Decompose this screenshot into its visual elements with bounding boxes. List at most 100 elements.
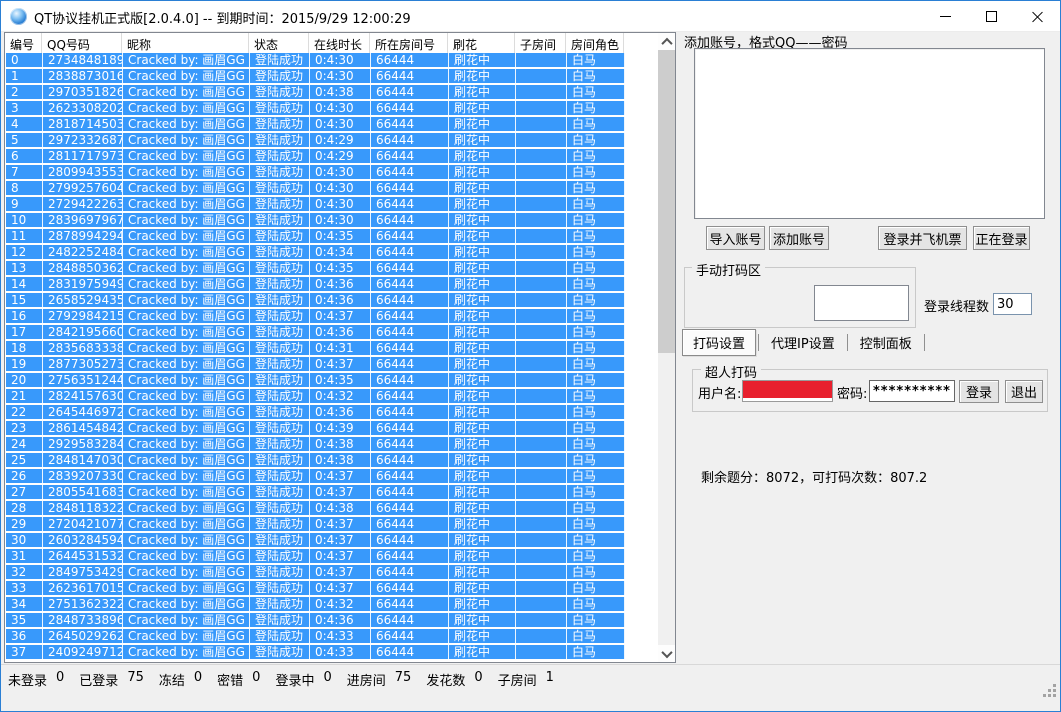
table-cell: 3 (6, 101, 43, 115)
table-row[interactable]: 332623617015Cracked by: 画眉GG登陆成功0:4:3766… (6, 581, 658, 595)
table-cell: 66444 (371, 245, 449, 259)
table-row[interactable]: 92729422263Cracked by: 画眉GG登陆成功0:4:30664… (6, 197, 658, 211)
table-row[interactable]: 292720421077Cracked by: 画眉GG登陆成功0:4:3766… (6, 517, 658, 531)
table-row[interactable]: 32623308202Cracked by: 画眉GG登陆成功0:4:30664… (6, 101, 658, 115)
minimize-button[interactable] (922, 1, 968, 31)
table-cell: 2849753429 (43, 565, 123, 579)
table-row[interactable]: 122482252484Cracked by: 画眉GG登陆成功0:4:3466… (6, 245, 658, 259)
scrollbar-thumb[interactable] (658, 50, 675, 353)
tab-3[interactable]: 控制面板 (850, 330, 922, 355)
table-cell: Cracked by: 画眉GG (123, 453, 250, 467)
table-cell: 2848733896 (43, 613, 123, 627)
table-cell (516, 277, 567, 291)
table-row[interactable]: 182835683338Cracked by: 画眉GG登陆成功0:4:3166… (6, 341, 658, 355)
tab-2[interactable]: 代理IP设置 (761, 330, 845, 355)
table-row[interactable]: 242929583284Cracked by: 画眉GG登陆成功0:4:3866… (6, 437, 658, 451)
table-row[interactable]: 72809943553Cracked by: 画眉GG登陆成功0:4:30664… (6, 165, 658, 179)
table-cell: 66444 (371, 341, 449, 355)
column-header-3[interactable]: 昵称 (122, 33, 249, 53)
table-cell: 刷花中 (449, 357, 516, 371)
column-header-2[interactable]: QQ号码 (42, 33, 122, 53)
table-cell: Cracked by: 画眉GG (123, 229, 250, 243)
scroll-up-button[interactable] (658, 33, 675, 50)
table-row[interactable]: 212824157630Cracked by: 画眉GG登陆成功0:4:3266… (6, 389, 658, 403)
column-header-6[interactable]: 所在房间号 (370, 33, 448, 53)
table-cell: 2623308202 (43, 101, 123, 115)
add-accounts-button[interactable]: 添加账号 (769, 226, 829, 250)
table-row[interactable]: 262839207330Cracked by: 画眉GG登陆成功0:4:3766… (6, 469, 658, 483)
superman-exit-button[interactable]: 退出 (1005, 380, 1043, 403)
table-cell: 2644531532 (43, 549, 123, 563)
table-row[interactable]: 102839697967Cracked by: 画眉GG登陆成功0:4:3066… (6, 213, 658, 227)
table-row[interactable]: 42818714503Cracked by: 画眉GG登陆成功0:4:30664… (6, 117, 658, 131)
table-row[interactable]: 132848850362Cracked by: 画眉GG登陆成功0:4:3566… (6, 261, 658, 275)
column-header-1[interactable]: 编号 (5, 33, 42, 53)
maximize-button[interactable] (968, 1, 1014, 31)
table-row[interactable]: 172842195660Cracked by: 画眉GG登陆成功0:4:3666… (6, 325, 658, 339)
password-field[interactable] (869, 380, 955, 402)
username-field[interactable] (742, 380, 833, 402)
accounts-textarea[interactable] (694, 48, 1045, 219)
table-row[interactable]: 372409249712Cracked by: 画眉GG登陆成功0:4:3366… (6, 645, 658, 659)
import-accounts-button[interactable]: 导入账号 (706, 226, 765, 250)
table-row[interactable]: 352848733896Cracked by: 画眉GG登陆成功0:4:3666… (6, 613, 658, 627)
table-cell: 66444 (371, 501, 449, 515)
table-row[interactable]: 252848147030Cracked by: 画眉GG登陆成功0:4:3866… (6, 453, 658, 467)
table-row[interactable]: 232861454842Cracked by: 画眉GG登陆成功0:4:3966… (6, 421, 658, 435)
table-cell: 2805541683 (43, 485, 123, 499)
table-cell (516, 117, 567, 131)
resize-grip-icon[interactable] (1053, 684, 1056, 687)
login-ticket-button[interactable]: 登录并飞机票 (878, 226, 967, 250)
table-cell: 0:4:29 (310, 149, 371, 163)
table-cell: 登陆成功 (250, 629, 310, 643)
captcha-input[interactable] (814, 285, 909, 321)
column-header-9[interactable]: 房间角色 (566, 33, 624, 53)
table-cell: 66444 (371, 565, 449, 579)
table-row[interactable]: 362645029262Cracked by: 画眉GG登陆成功0:4:3366… (6, 629, 658, 643)
table-row[interactable]: 162792984215Cracked by: 画眉GG登陆成功0:4:3766… (6, 309, 658, 323)
status-item: 发花数0 (426, 670, 482, 689)
table-row[interactable]: 12838873016Cracked by: 画眉GG登陆成功0:4:30664… (6, 69, 658, 83)
table-row[interactable]: 62811717973Cracked by: 画眉GG登陆成功0:4:29664… (6, 149, 658, 163)
table-cell: 刷花中 (449, 149, 516, 163)
table-row[interactable]: 342751362322Cracked by: 画眉GG登陆成功0:4:3266… (6, 597, 658, 611)
column-header-8[interactable]: 子房间 (515, 33, 566, 53)
table-cell (516, 341, 567, 355)
table-cell: 白马 (567, 517, 625, 531)
table-row[interactable]: 302603284594Cracked by: 画眉GG登陆成功0:4:3766… (6, 533, 658, 547)
table-row[interactable]: 322849753429Cracked by: 画眉GG登陆成功0:4:3766… (6, 565, 658, 579)
table-cell: 白马 (567, 197, 625, 211)
column-header-5[interactable]: 在线时长 (309, 33, 370, 53)
table-cell: 登陆成功 (250, 437, 310, 451)
table-row[interactable]: 22970351826Cracked by: 画眉GG登陆成功0:4:38664… (6, 85, 658, 99)
logging-in-button[interactable]: 正在登录 (973, 226, 1030, 250)
column-header-4[interactable]: 状态 (249, 33, 309, 53)
table-row[interactable]: 82799257604Cracked by: 画眉GG登陆成功0:4:30664… (6, 181, 658, 195)
table-row[interactable]: 312644531532Cracked by: 画眉GG登陆成功0:4:3766… (6, 549, 658, 563)
table-row[interactable]: 282848118322Cracked by: 画眉GG登陆成功0:4:3866… (6, 501, 658, 515)
table-cell: 2799257604 (43, 181, 123, 195)
superman-login-button[interactable]: 登录 (959, 380, 999, 403)
table-cell: 刷花中 (449, 389, 516, 403)
table-row[interactable]: 202756351244Cracked by: 画眉GG登陆成功0:4:3566… (6, 373, 658, 387)
login-threads-input[interactable] (993, 293, 1032, 315)
column-header-7[interactable]: 刷花 (448, 33, 515, 53)
table-row[interactable]: 152658529435Cracked by: 画眉GG登陆成功0:4:3666… (6, 293, 658, 307)
table-row[interactable]: 52972332687Cracked by: 画眉GG登陆成功0:4:29664… (6, 133, 658, 147)
tab-1[interactable]: 打码设置 (682, 329, 756, 356)
vertical-scrollbar[interactable] (658, 33, 675, 662)
table-row[interactable]: 192877305273Cracked by: 画眉GG登陆成功0:4:3766… (6, 357, 658, 371)
table-cell (516, 405, 567, 419)
status-label: 冻结 (159, 670, 185, 689)
table-cell: Cracked by: 画眉GG (123, 437, 250, 451)
table-row[interactable]: 142831975949Cracked by: 画眉GG登陆成功0:4:3666… (6, 277, 658, 291)
table-row[interactable]: 272805541683Cracked by: 画眉GG登陆成功0:4:3766… (6, 485, 658, 499)
close-button[interactable] (1014, 1, 1060, 31)
scroll-down-button[interactable] (658, 645, 675, 662)
table-row[interactable]: 112878994294Cracked by: 画眉GG登陆成功0:4:3566… (6, 229, 658, 243)
table-row[interactable]: 222645446972Cracked by: 画眉GG登陆成功0:4:3666… (6, 405, 658, 419)
table-cell: 0:4:30 (310, 101, 371, 115)
table-row[interactable]: 02734848189Cracked by: 画眉GG登陆成功0:4:30664… (6, 53, 658, 67)
table-cell: 9 (6, 197, 43, 211)
table-cell: 白马 (567, 53, 625, 67)
